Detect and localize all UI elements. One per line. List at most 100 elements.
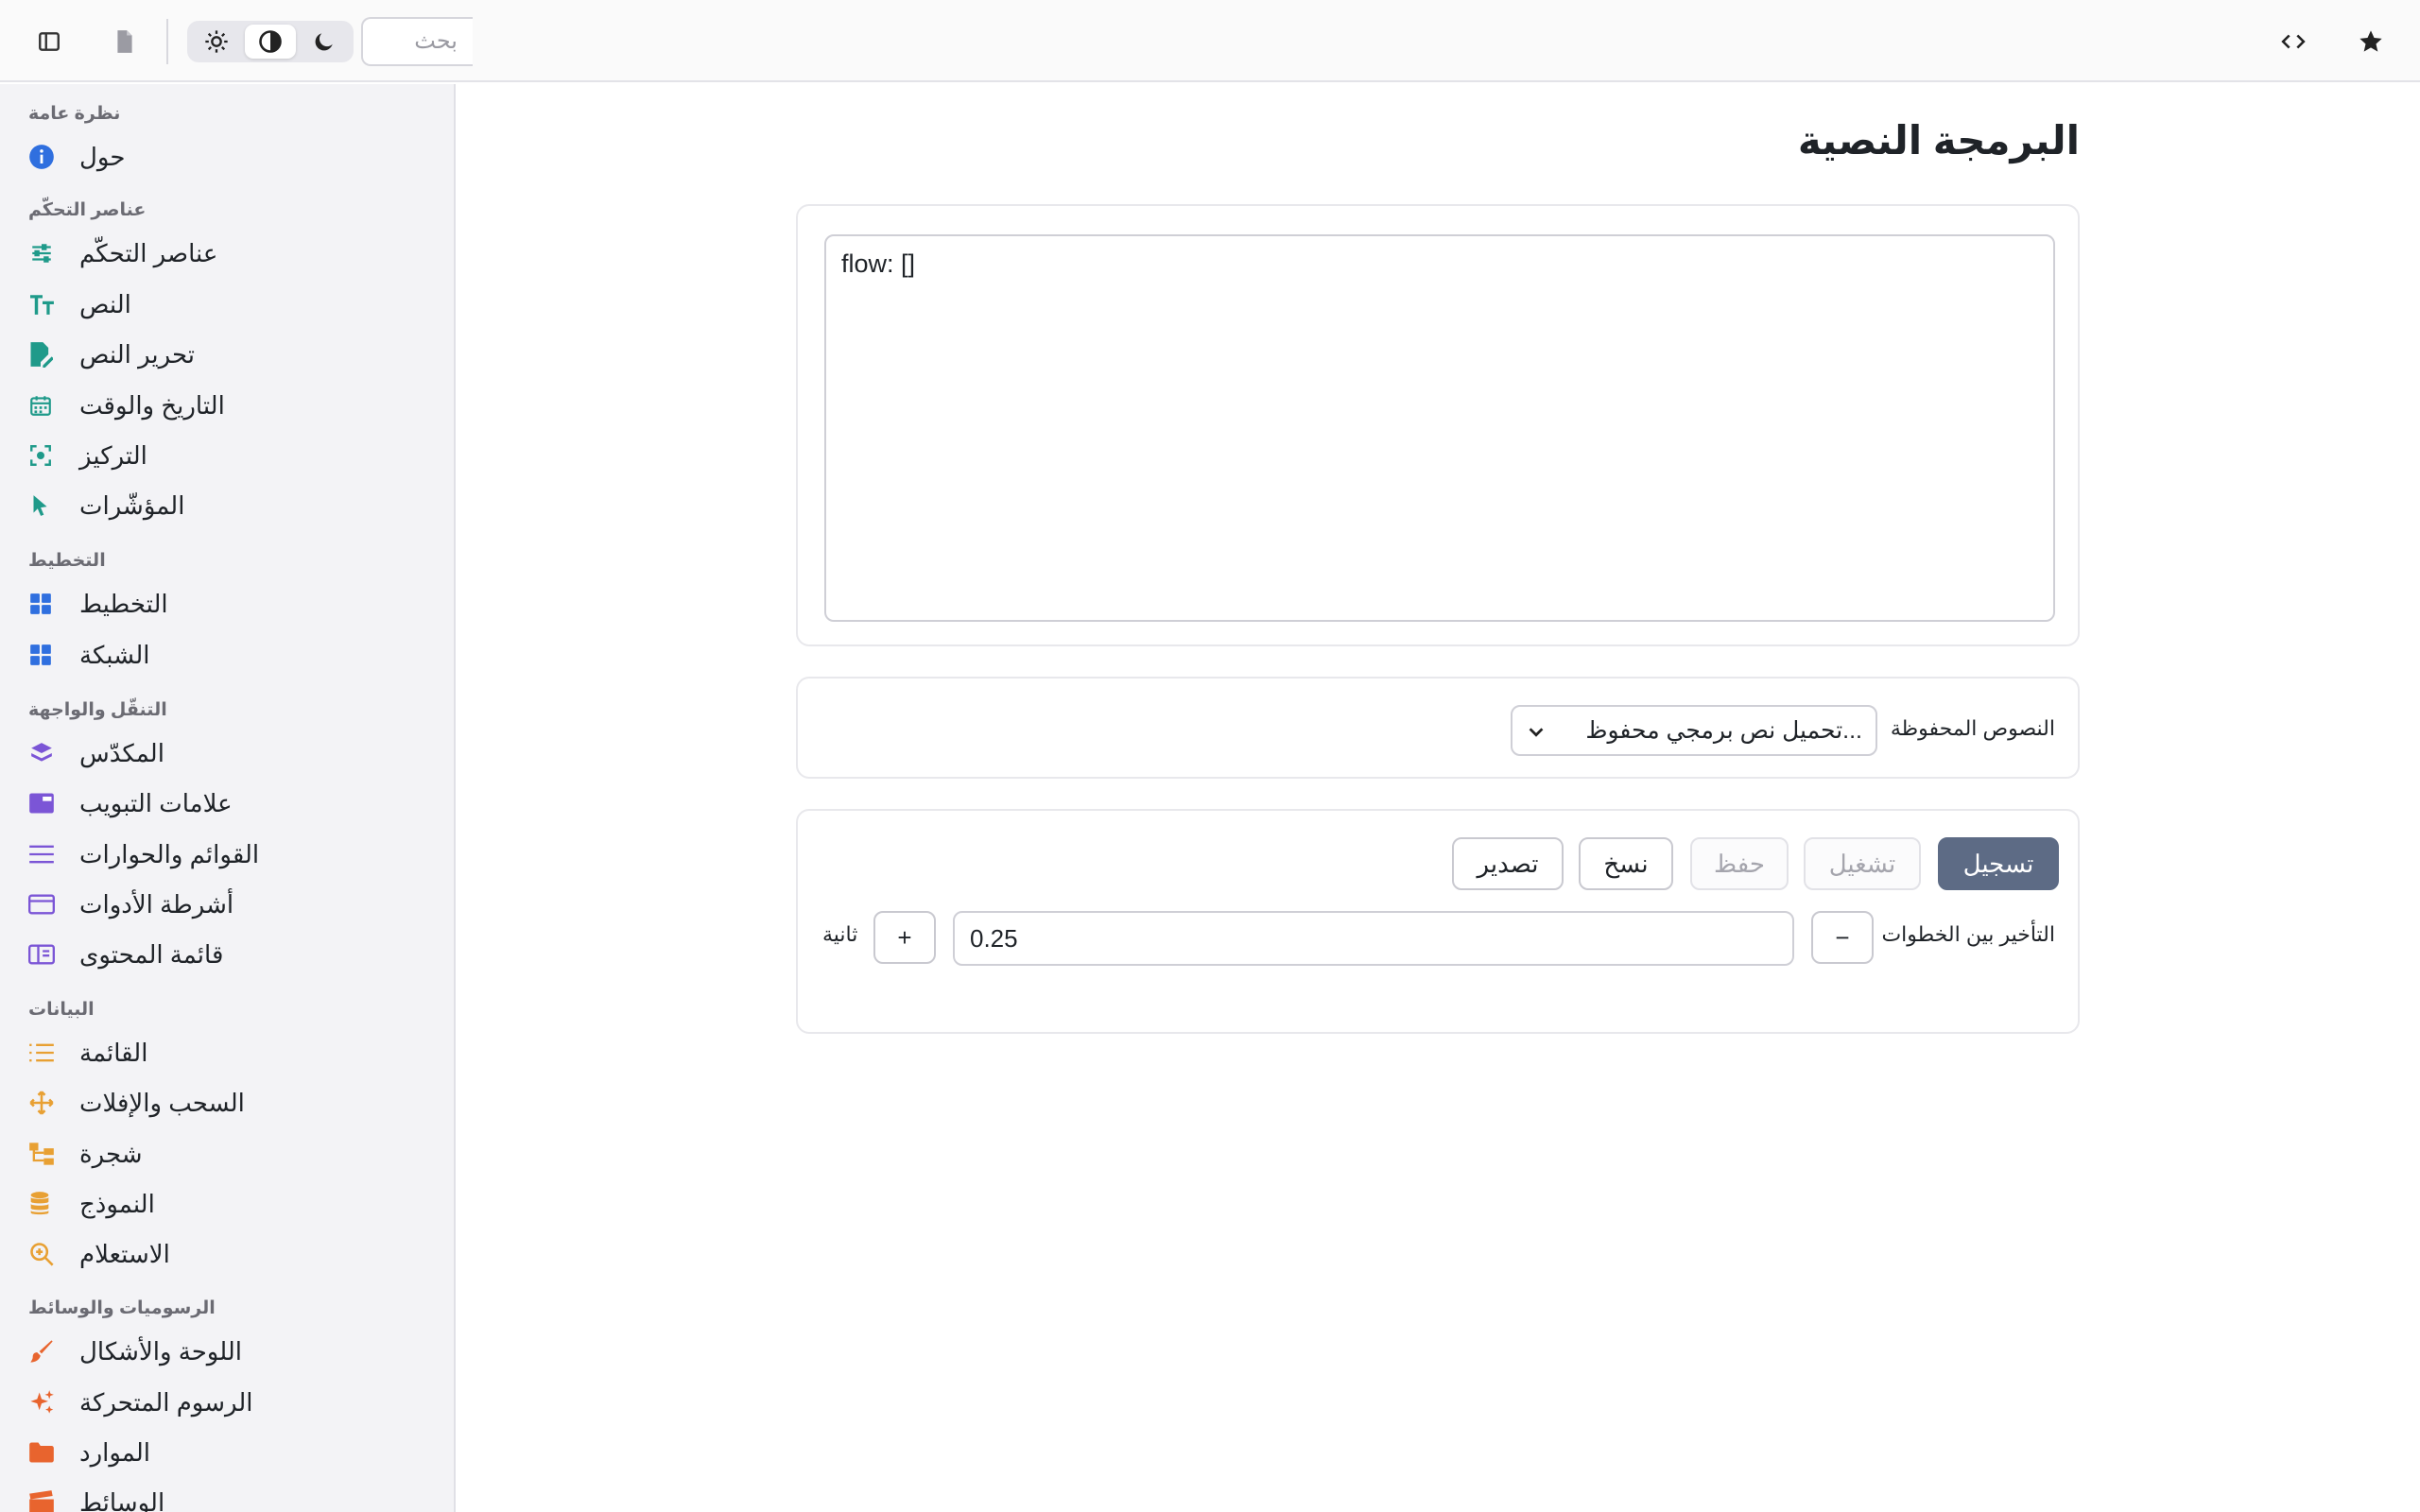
document-button[interactable]	[104, 21, 146, 62]
code-view-button[interactable]	[2273, 21, 2314, 62]
theme-auto-option[interactable]	[244, 25, 297, 59]
brush-icon	[30, 1340, 53, 1363]
code-icon	[2281, 34, 2306, 49]
star-icon	[2360, 30, 2382, 52]
sidebar-item-drag-drop[interactable]: السحب والإفلات	[28, 1081, 435, 1125]
sidebar-item-toolbars[interactable]: أشرطة الأدوات	[28, 883, 435, 926]
page-title: البرمجة النصية	[1797, 118, 2080, 163]
delay-label: التأخير بين الخطوات	[1881, 922, 2055, 946]
sidebar-section-title: التخطيط	[28, 551, 106, 571]
contrast-icon	[259, 30, 282, 53]
sidebar-item-label: النموذج	[79, 1189, 155, 1218]
tree-icon	[29, 1143, 54, 1165]
export-button[interactable]: تصدير	[1452, 837, 1564, 890]
sidebar-item-label: أشرطة الأدوات	[79, 889, 234, 919]
toolbar-icon	[28, 894, 55, 915]
script-editor[interactable]: flow: []	[824, 234, 2055, 622]
sidebar-item-about[interactable]: حول	[28, 135, 435, 179]
info-icon	[29, 145, 54, 169]
theme-switcher	[187, 21, 354, 62]
delay-input[interactable]	[953, 911, 1794, 966]
delay-decrement-button[interactable]: −	[1811, 911, 1874, 964]
sidebar-item-label: الوسائط	[79, 1487, 165, 1512]
sidebar-item-model[interactable]: النموذج	[28, 1182, 435, 1226]
sidebar-item-tabs[interactable]: علامات التبويب	[28, 782, 435, 825]
sidebar-item-canvas[interactable]: اللوحة والأشكال	[28, 1330, 435, 1373]
sidebar-toggle-button[interactable]	[28, 21, 70, 62]
cursor-icon	[33, 495, 47, 516]
sidebar-item-list[interactable]: القائمة	[28, 1031, 435, 1074]
theme-light-option[interactable]	[191, 25, 243, 59]
sidebar-item-stack[interactable]: المكدّس	[28, 731, 435, 775]
sidebar-item-resources[interactable]: الموارد	[28, 1431, 435, 1474]
search-input[interactable]	[361, 17, 473, 66]
sidebar-item-layout[interactable]: التخطيط	[28, 582, 435, 626]
theme-dark-option[interactable]	[298, 25, 350, 59]
document-icon	[117, 30, 132, 53]
sidebar: نظرة عامة حول عناصر التحكّم عناصر التحكّ…	[0, 84, 456, 1512]
favorite-button[interactable]	[2350, 21, 2392, 62]
saved-scripts-select[interactable]: ...تحميل نص برمجي محفوظ	[1511, 705, 1877, 756]
saved-scripts-label: النصوص المحفوظة	[1890, 716, 2055, 740]
sidebar-item-label: المكدّس	[79, 738, 164, 767]
script-actions-card: تسجيل تشغيل حفظ نسخ تصدير التأخير بين ال…	[796, 809, 2080, 1034]
delay-unit: ثانية	[822, 922, 858, 946]
sidebar-section-title: نظرة عامة	[28, 104, 121, 124]
stack-icon	[31, 743, 52, 762]
tabs-icon	[29, 793, 54, 814]
sidebar-item-animation[interactable]: الرسوم المتحركة	[28, 1381, 435, 1424]
delay-increment-button[interactable]: +	[873, 911, 936, 964]
sidebar-item-label: الاستعلام	[79, 1239, 170, 1268]
sidebar-item-menus[interactable]: القوائم والحوارات	[28, 833, 435, 876]
sidebar-item-label: الموارد	[79, 1437, 150, 1467]
sidebar-item-label: السحب والإفلات	[79, 1088, 245, 1117]
list-icon	[29, 1043, 54, 1062]
database-icon	[30, 1192, 49, 1215]
sidebar-section-title: الرسوميات والوسائط	[28, 1298, 216, 1318]
sidebar-item-datetime[interactable]: التاريخ والوقت	[28, 384, 435, 427]
sidebar-item-media[interactable]: الوسائط	[28, 1481, 435, 1512]
copy-button[interactable]: نسخ	[1579, 837, 1673, 890]
sidebar-item-focus[interactable]: التركيز	[28, 434, 435, 477]
save-button[interactable]: حفظ	[1690, 837, 1789, 890]
sidebar-item-controls[interactable]: عناصر التحكّم	[28, 232, 435, 275]
sidebar-toggle-icon	[39, 32, 60, 51]
sidebar-item-content-list[interactable]: قائمة المحتوى	[28, 933, 435, 976]
query-icon	[30, 1243, 54, 1266]
saved-scripts-card: النصوص المحفوظة ...تحميل نص برمجي محفوظ	[796, 677, 2080, 779]
content-list-icon	[28, 944, 55, 965]
sidebar-item-pointers[interactable]: المؤشّرات	[28, 484, 435, 527]
sidebar-item-text[interactable]: النص	[28, 283, 435, 326]
sidebar-item-label: الرسوم المتحركة	[79, 1387, 253, 1417]
sidebar-item-text-edit[interactable]: تحرير النص	[28, 333, 435, 376]
layout-icon	[30, 593, 51, 614]
sidebar-item-tree[interactable]: شجرة	[28, 1132, 435, 1176]
text-icon	[30, 295, 54, 315]
run-button[interactable]: تشغيل	[1804, 837, 1921, 890]
folder-icon	[29, 1442, 54, 1463]
sliders-icon	[32, 244, 51, 263]
sidebar-item-query[interactable]: الاستعلام	[28, 1232, 435, 1276]
sidebar-section-title: التنقّل والواجهة	[28, 700, 167, 720]
record-button[interactable]: تسجيل	[1938, 837, 2059, 890]
sun-icon	[205, 30, 228, 53]
sidebar-item-label: التخطيط	[79, 589, 168, 618]
toolbar-divider	[166, 19, 168, 64]
sidebar-item-label: تحرير النص	[79, 339, 196, 369]
sidebar-section-title: عناصر التحكّم	[28, 200, 147, 220]
sidebar-item-label: التركيز	[79, 440, 147, 470]
sidebar-item-label: حول	[79, 142, 126, 171]
sidebar-item-grid[interactable]: الشبكة	[28, 633, 435, 677]
sidebar-item-label: المؤشّرات	[79, 490, 185, 520]
menu-icon	[29, 845, 54, 864]
focus-icon	[30, 445, 51, 466]
sidebar-item-label: القوائم والحوارات	[79, 839, 260, 868]
saved-scripts-selected: ...تحميل نص برمجي محفوظ	[1585, 717, 1862, 744]
sidebar-item-label: قائمة المحتوى	[79, 939, 224, 969]
grid-icon	[30, 644, 51, 665]
moon-icon	[315, 33, 333, 51]
sidebar-item-label: الشبكة	[79, 640, 150, 669]
sidebar-item-label: التاريخ والوقت	[79, 390, 225, 420]
script-editor-card: flow: []	[796, 204, 2080, 646]
sidebar-item-label: علامات التبويب	[79, 788, 233, 817]
